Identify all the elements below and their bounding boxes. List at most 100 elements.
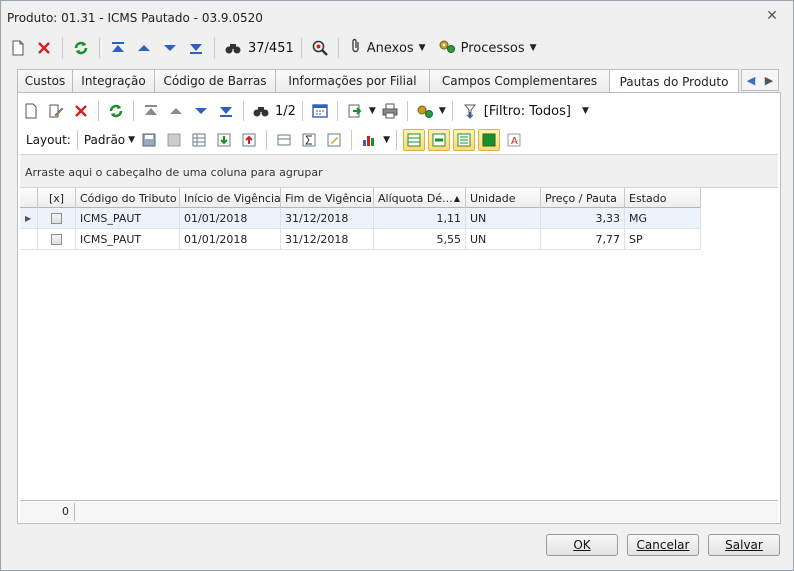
sort-ascending-icon: ▲	[453, 193, 460, 203]
footer-count: 0	[62, 505, 69, 518]
tab-integracao[interactable]: Integração	[72, 69, 155, 92]
tab-informacoes-por-filial[interactable]: Informações por Filial	[275, 69, 430, 92]
group-by-panel[interactable]: Arraste aqui o cabeçalho de uma coluna p…	[20, 154, 778, 188]
binoculars-icon[interactable]	[222, 37, 244, 59]
tab-custos[interactable]: Custos	[17, 69, 73, 92]
chevron-down-icon[interactable]: ▼	[383, 135, 390, 145]
tab-codigo-de-barras[interactable]: Código de Barras	[154, 69, 276, 92]
last-record-icon[interactable]	[185, 37, 207, 59]
chevron-down-icon[interactable]: ▼	[128, 135, 135, 145]
next-record-icon[interactable]	[159, 37, 181, 59]
window-title: Produto: 01.31 - ICMS Pautado - 03.9.052…	[7, 11, 263, 25]
cell-estado[interactable]: SP	[625, 229, 701, 250]
chevron-down-icon[interactable]: ▼	[439, 106, 446, 116]
calendar-icon[interactable]	[309, 100, 331, 122]
cell-preco[interactable]: 3,33	[541, 208, 625, 229]
main-toolbar: 37/451 Anexos ▼ Processos ▼	[7, 35, 541, 61]
column-header-preco[interactable]: Preço / Pauta	[541, 188, 625, 208]
sum-icon[interactable]	[298, 129, 320, 151]
title-bar: Produto: 01.31 - ICMS Pautado - 03.9.052…	[1, 1, 793, 35]
column-header-aliquota[interactable]: Alíquota Dé... ▲	[374, 188, 466, 208]
columns-icon[interactable]	[273, 129, 295, 151]
column-header-fim[interactable]: Fim de Vigência	[281, 188, 374, 208]
chevron-down-icon[interactable]: ▼	[582, 106, 589, 116]
font-icon[interactable]: A	[503, 129, 525, 151]
gears-icon[interactable]	[414, 100, 436, 122]
cell-codigo[interactable]: ICMS_PAUT	[76, 208, 180, 229]
close-icon[interactable]: ✕	[763, 8, 781, 24]
tab-campos-complementares[interactable]: Campos Complementares	[429, 69, 610, 92]
column-header-select[interactable]: [x]	[38, 188, 76, 208]
sub-record-counter: 1/2	[275, 103, 296, 119]
layout-toolbar: Layout: Padrão ▼ ▼ A	[20, 126, 525, 154]
record-counter: 37/451	[248, 40, 294, 56]
first-record-icon[interactable]	[107, 37, 129, 59]
cell-estado[interactable]: MG	[625, 208, 701, 229]
view-mode-4-icon[interactable]	[477, 129, 500, 151]
search-icon[interactable]	[309, 37, 331, 59]
tab-panel-pautas: 1/2 ▼ ▼ [Filtro: Todos] ▼ Layout: Padrão…	[17, 92, 781, 524]
delete-icon[interactable]	[33, 37, 55, 59]
column-header-unidade[interactable]: Unidade	[466, 188, 541, 208]
last-record-icon[interactable]	[215, 100, 237, 122]
cell-unidade[interactable]: UN	[466, 208, 541, 229]
svg-text:A: A	[511, 136, 518, 147]
edit-icon[interactable]	[45, 100, 67, 122]
chevron-down-icon[interactable]: ▼	[369, 106, 376, 116]
new-icon[interactable]	[7, 37, 29, 59]
import-layout-icon[interactable]	[213, 129, 235, 151]
previous-record-icon[interactable]	[133, 37, 155, 59]
cell-inicio[interactable]: 01/01/2018	[180, 229, 281, 250]
cell-aliquota[interactable]: 5,55	[374, 229, 466, 250]
save-layout-icon[interactable]	[138, 129, 160, 151]
column-header-estado[interactable]: Estado	[625, 188, 701, 208]
refresh-icon[interactable]	[105, 100, 127, 122]
cell-inicio[interactable]: 01/01/2018	[180, 208, 281, 229]
tab-pautas-do-produto[interactable]: Pautas do Produto	[609, 69, 739, 93]
next-record-icon[interactable]	[190, 100, 212, 122]
view-mode-2-icon[interactable]	[427, 129, 450, 151]
previous-record-icon[interactable]	[165, 100, 187, 122]
column-header-inicio[interactable]: Início de Vigência	[180, 188, 281, 208]
processes-label: Processos	[460, 40, 525, 56]
export-layout-icon[interactable]	[238, 129, 260, 151]
ok-button[interactable]: OK	[546, 534, 618, 556]
chart-icon[interactable]	[358, 129, 380, 151]
cell-fim[interactable]: 31/12/2018	[281, 208, 374, 229]
row-checkbox[interactable]	[51, 213, 62, 224]
attachments-dropdown[interactable]: Anexos ▼	[346, 38, 430, 58]
filter-label[interactable]: [Filtro: Todos]	[484, 104, 571, 119]
table-row[interactable]: ▶ ICMS_PAUT 01/01/2018 31/12/2018 1,11 U…	[20, 208, 701, 229]
save-button[interactable]: Salvar	[708, 534, 780, 556]
layout-select[interactable]: Padrão	[84, 133, 125, 147]
binoculars-icon[interactable]	[250, 100, 272, 122]
row-checkbox[interactable]	[51, 234, 62, 245]
cell-aliquota[interactable]: 1,11	[374, 208, 466, 229]
delete-icon[interactable]	[70, 100, 92, 122]
new-icon[interactable]	[20, 100, 42, 122]
cell-fim[interactable]: 31/12/2018	[281, 229, 374, 250]
view-mode-3-icon[interactable]	[452, 129, 475, 151]
column-header-codigo[interactable]: Código do Tributo	[76, 188, 180, 208]
current-row-indicator-icon: ▶	[20, 208, 38, 229]
first-record-icon[interactable]	[140, 100, 162, 122]
cancel-button[interactable]: Cancelar	[627, 534, 699, 556]
printer-icon[interactable]	[379, 100, 401, 122]
edit-layout-icon[interactable]	[323, 129, 345, 151]
pautas-grid: [x] Código do Tributo Início de Vigência…	[20, 188, 778, 498]
filter-icon[interactable]	[459, 100, 481, 122]
processes-dropdown[interactable]: Processos ▼	[434, 38, 541, 58]
table-row[interactable]: ICMS_PAUT 01/01/2018 31/12/2018 5,55 UN …	[20, 229, 701, 250]
layout-manager-icon[interactable]	[163, 129, 185, 151]
export-icon[interactable]	[344, 100, 366, 122]
cell-preco[interactable]: 7,77	[541, 229, 625, 250]
cell-unidade[interactable]: UN	[466, 229, 541, 250]
grid-view-icon[interactable]	[188, 129, 210, 151]
view-mode-1-icon[interactable]	[402, 129, 425, 151]
refresh-icon[interactable]	[70, 37, 92, 59]
grid-footer: 0	[20, 500, 778, 522]
arrow-right-icon[interactable]: ▶	[765, 74, 773, 87]
arrow-left-icon[interactable]: ◀	[747, 74, 755, 87]
cell-codigo[interactable]: ICMS_PAUT	[76, 229, 180, 250]
tab-scroll-buttons[interactable]: ◀ ▶	[741, 69, 779, 91]
